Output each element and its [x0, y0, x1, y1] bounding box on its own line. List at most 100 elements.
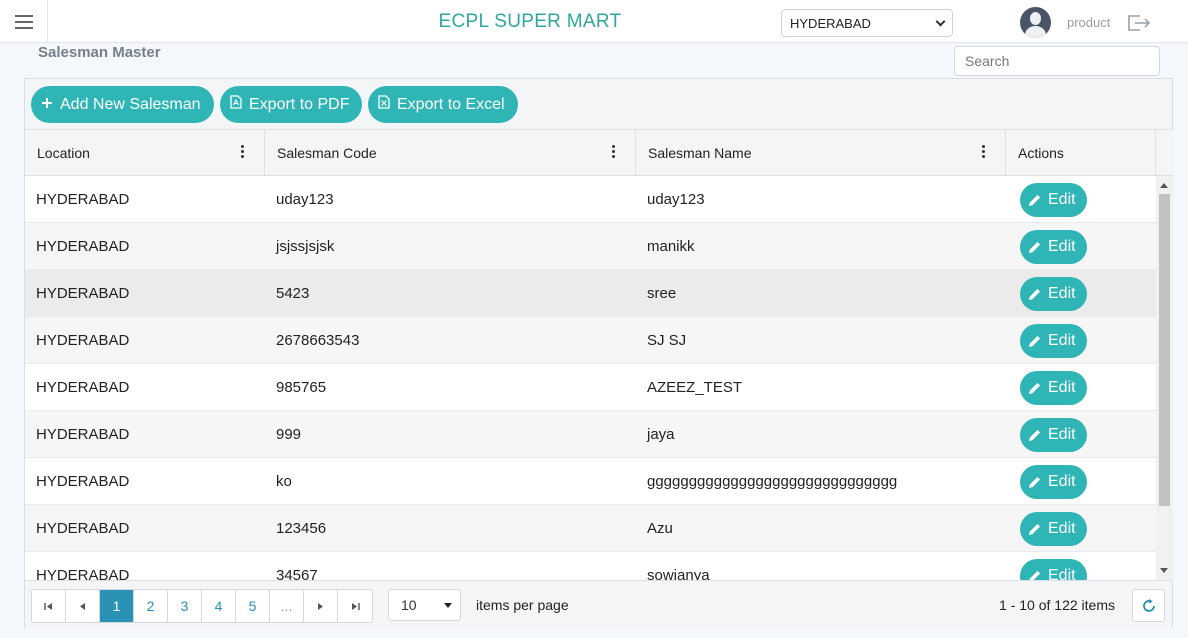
edit-button[interactable]: Edit [1020, 512, 1087, 546]
grid-toolbar: Add New Salesman Export to PDF Export to… [25, 79, 1172, 130]
cell-salesman-name: Azu [647, 520, 673, 537]
table-row[interactable]: HYDERABAD 985765 AZEEZ_TEST Edit [25, 364, 1156, 411]
cell-salesman-name: sowjanya [647, 567, 710, 580]
cell-location: HYDERABAD [36, 520, 130, 537]
cell-location: HYDERABAD [36, 285, 130, 302]
caret-down-icon [444, 602, 452, 608]
chevron-down-icon [935, 16, 946, 26]
export-pdf-label: Export to PDF [249, 95, 350, 113]
edit-button[interactable]: Edit [1020, 559, 1087, 580]
table-row[interactable]: HYDERABAD ko ggggggggggggggggggggggggggg… [25, 458, 1156, 505]
scroll-down-arrow-icon[interactable] [1160, 568, 1168, 573]
edit-button[interactable]: Edit [1020, 324, 1087, 358]
scrollbar-thumb[interactable] [1159, 194, 1170, 506]
table-header: Location Salesman Code Salesman Name Act… [25, 130, 1156, 176]
add-salesman-button[interactable]: Add New Salesman [31, 86, 214, 123]
pencil-icon [1029, 476, 1041, 488]
page-button-1[interactable]: 1 [100, 590, 134, 622]
pencil-icon [1029, 570, 1041, 580]
refresh-button[interactable] [1132, 589, 1165, 622]
export-excel-label: Export to Excel [397, 95, 505, 113]
cell-salesman-name: uday123 [647, 191, 705, 208]
logout-icon[interactable] [1127, 14, 1151, 32]
menu-icon[interactable] [0, 0, 48, 43]
column-header-label: Salesman Name [648, 145, 752, 161]
pencil-icon [1029, 194, 1041, 206]
export-pdf-button[interactable]: Export to PDF [220, 86, 362, 123]
first-page-button[interactable] [32, 590, 66, 622]
add-salesman-label: Add New Salesman [60, 95, 201, 113]
pdf-file-icon [230, 95, 242, 114]
avatar[interactable] [1020, 7, 1051, 38]
edit-button[interactable]: Edit [1020, 230, 1087, 264]
cell-salesman-name: SJ SJ [647, 332, 687, 349]
last-page-button[interactable] [338, 590, 372, 622]
edit-label: Edit [1048, 191, 1076, 208]
edit-label: Edit [1048, 238, 1076, 255]
edit-label: Edit [1048, 520, 1076, 537]
cell-salesman-code: 2678663543 [276, 332, 360, 349]
page-button-more[interactable]: ... [270, 590, 304, 622]
next-page-button[interactable] [304, 590, 338, 622]
location-select-value: HYDERABAD [790, 15, 871, 31]
cell-salesman-name: sree [647, 285, 677, 302]
page-buttons: 1 2 3 4 5 ... [31, 589, 373, 623]
cell-location: HYDERABAD [36, 379, 130, 396]
cell-salesman-code: jsjssjsjsk [276, 238, 335, 255]
pencil-icon [1029, 429, 1041, 441]
app-title: ECPL SUPER MART [438, 11, 622, 32]
export-excel-button[interactable]: Export to Excel [368, 86, 518, 123]
edit-label: Edit [1048, 426, 1076, 443]
pencil-icon [1029, 523, 1041, 535]
column-menu-icon[interactable] [981, 145, 985, 159]
top-header: ECPL SUPER MART HYDERABAD product [0, 0, 1188, 43]
table-row[interactable]: HYDERABAD uday123 uday123 Edit [25, 176, 1156, 223]
edit-label: Edit [1048, 332, 1076, 349]
edit-button[interactable]: Edit [1020, 183, 1087, 217]
edit-button[interactable]: Edit [1020, 371, 1087, 405]
pager-info: 1 - 10 of 122 items [999, 597, 1115, 613]
table-row[interactable]: HYDERABAD jsjssjsjsk manikk Edit [25, 223, 1156, 270]
page-button-4[interactable]: 4 [202, 590, 236, 622]
cell-location: HYDERABAD [36, 567, 130, 580]
first-page-icon [44, 602, 52, 610]
page-button-2[interactable]: 2 [134, 590, 168, 622]
cell-salesman-code: 5423 [276, 285, 310, 302]
refresh-icon [1142, 598, 1155, 612]
edit-label: Edit [1048, 567, 1076, 580]
cell-location: HYDERABAD [36, 473, 130, 490]
page-button-5[interactable]: 5 [236, 590, 270, 622]
column-header-salesman-code[interactable]: Salesman Code [265, 130, 636, 176]
table-row[interactable]: HYDERABAD 5423 sree Edit [25, 270, 1156, 317]
column-header-actions: Actions [1006, 130, 1156, 176]
cell-salesman-name: jaya [647, 426, 675, 443]
table-row[interactable]: HYDERABAD 999 jaya Edit [25, 411, 1156, 458]
scroll-up-arrow-icon[interactable] [1160, 183, 1168, 188]
column-header-location[interactable]: Location [25, 130, 265, 176]
edit-button[interactable]: Edit [1020, 465, 1087, 499]
table-row[interactable]: HYDERABAD 2678663543 SJ SJ Edit [25, 317, 1156, 364]
table-row[interactable]: HYDERABAD 34567 sowjanya Edit [25, 552, 1156, 580]
cell-location: HYDERABAD [36, 332, 130, 349]
prev-page-button[interactable] [66, 590, 100, 622]
column-header-salesman-name[interactable]: Salesman Name [636, 130, 1006, 176]
table-row[interactable]: HYDERABAD 123456 Azu Edit [25, 505, 1156, 552]
edit-label: Edit [1048, 473, 1076, 490]
page-size-select[interactable]: 10 [388, 589, 461, 621]
page-button-3[interactable]: 3 [168, 590, 202, 622]
edit-button[interactable]: Edit [1020, 418, 1087, 452]
location-select[interactable]: HYDERABAD [781, 9, 953, 37]
header-scroll-cap [1156, 130, 1173, 176]
pager: 1 2 3 4 5 ... 10 items per page 1 - 10 o… [25, 580, 1172, 628]
edit-label: Edit [1048, 285, 1076, 302]
edit-button[interactable]: Edit [1020, 277, 1087, 311]
search-input[interactable] [954, 46, 1160, 76]
column-header-label: Salesman Code [277, 145, 377, 161]
cell-salesman-code: uday123 [276, 191, 334, 208]
salesman-grid: Add New Salesman Export to PDF Export to… [24, 78, 1173, 628]
column-menu-icon[interactable] [611, 145, 615, 159]
column-menu-icon[interactable] [240, 145, 244, 159]
cell-salesman-code: 34567 [276, 567, 318, 580]
vertical-scrollbar[interactable] [1156, 176, 1173, 580]
edit-label: Edit [1048, 379, 1076, 396]
